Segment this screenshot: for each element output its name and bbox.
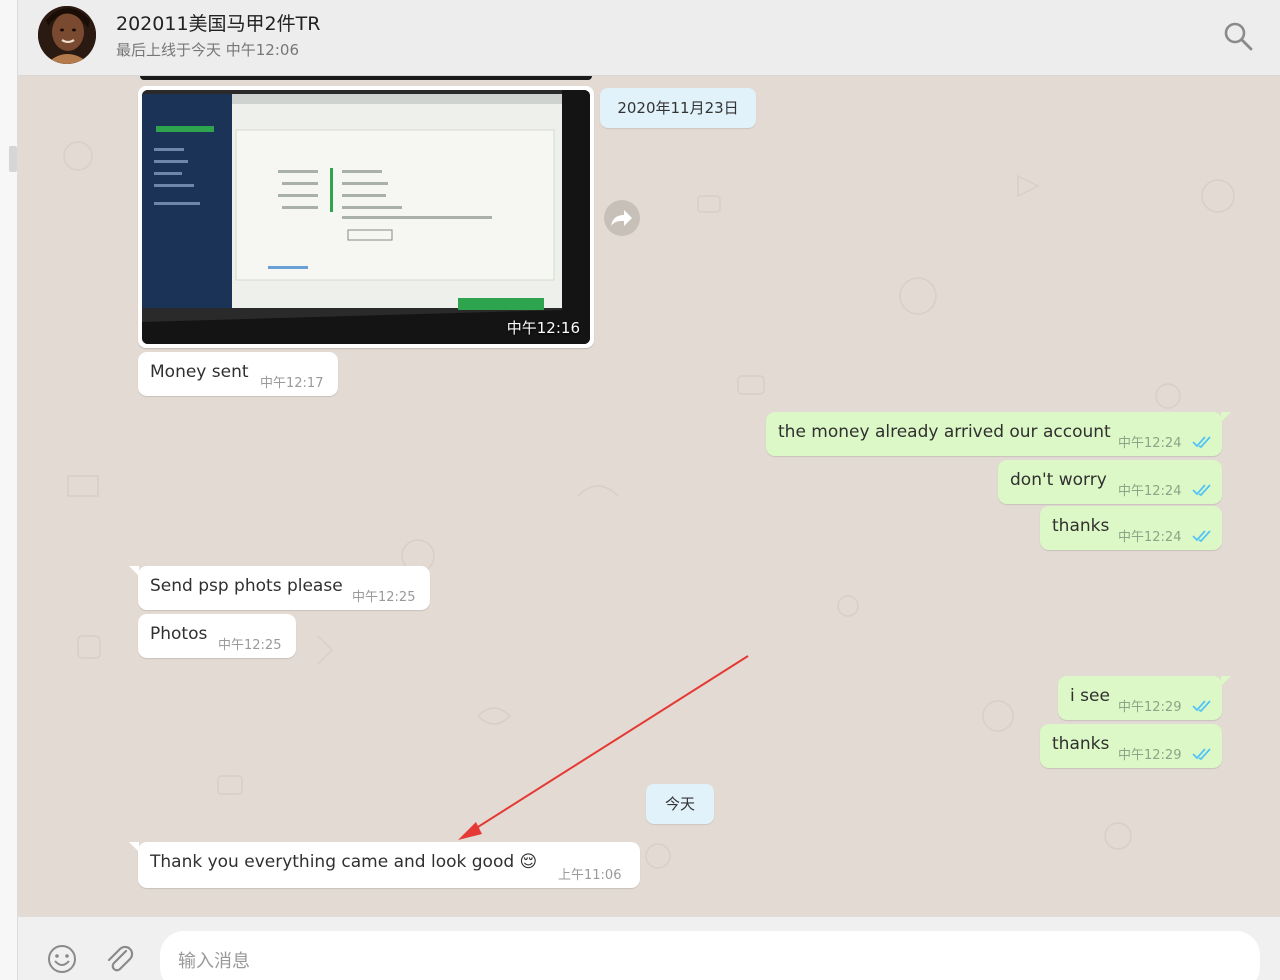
- message-time: 中午12:25: [218, 638, 282, 653]
- message-time: 中午12:24: [1118, 530, 1182, 545]
- message-time: 中午12:29: [1118, 700, 1182, 715]
- outgoing-message[interactable]: the money already arrived our account 中午…: [766, 412, 1231, 456]
- incoming-message[interactable]: Send psp phots please 中午12:25: [129, 566, 430, 610]
- message-text: don't worry: [1010, 470, 1107, 490]
- image-message-photo[interactable]: 中午12:16: [142, 90, 590, 344]
- message-text: Money sent: [150, 362, 249, 382]
- bubble-tail: [129, 842, 139, 852]
- outgoing-message[interactable]: i see 中午12:29: [1058, 676, 1231, 720]
- incoming-message[interactable]: Money sent 中午12:17: [138, 352, 338, 396]
- chat-header: 202011美国马甲2件TR 最后上线于今天 中午12:06: [18, 0, 1280, 76]
- paperclip-icon: [107, 945, 134, 972]
- message-time: 中午12:17: [260, 376, 324, 391]
- message-text: thanks: [1052, 734, 1110, 754]
- composer-bar: [18, 916, 1280, 980]
- scroll-indicator: [9, 146, 17, 172]
- message-text: i see: [1070, 686, 1110, 706]
- message-text: the money already arrived our account: [778, 422, 1111, 442]
- message-text: thanks: [1052, 516, 1110, 536]
- forward-arrow-icon: [611, 210, 632, 226]
- message-time: 中午12:29: [1118, 748, 1182, 763]
- read-receipt-icon: [1192, 748, 1211, 760]
- message-time: 上午11:06: [558, 868, 622, 883]
- avatar-photo-icon: [38, 6, 96, 64]
- forward-button[interactable]: [604, 200, 640, 236]
- contact-avatar[interactable]: [38, 6, 96, 64]
- attach-button[interactable]: [104, 943, 134, 975]
- emoji-icon: [48, 945, 76, 973]
- message-time: 中午12:25: [352, 590, 416, 605]
- emoji-button[interactable]: [46, 943, 78, 975]
- message-text: Thank you everything came and look good …: [150, 852, 538, 872]
- outgoing-message[interactable]: thanks 中午12:29: [1040, 724, 1222, 768]
- previous-image-edge: [140, 76, 592, 80]
- message-pane[interactable]: 中午12:16 2020年11月23日 Money sent 中午12:17 t…: [18, 76, 1280, 916]
- chat-title[interactable]: 202011美国马甲2件TR: [116, 9, 320, 36]
- message-time: 中午12:24: [1118, 484, 1182, 499]
- chat-list-edge: [0, 0, 18, 980]
- date-separator: 今天: [646, 784, 714, 824]
- read-receipt-icon: [1192, 484, 1211, 496]
- message-text: Photos: [150, 624, 208, 644]
- message-time: 中午12:24: [1118, 436, 1182, 451]
- last-seen-status: 最后上线于今天 中午12:06: [116, 41, 299, 59]
- outgoing-message[interactable]: don't worry 中午12:24: [998, 460, 1222, 504]
- search-icon: [1224, 22, 1253, 51]
- date-separator: 2020年11月23日: [600, 88, 756, 128]
- incoming-message[interactable]: Thank you everything came and look good …: [129, 842, 640, 888]
- search-button[interactable]: [1222, 20, 1254, 52]
- message-text: Send psp phots please: [150, 576, 343, 596]
- read-receipt-icon: [1192, 530, 1211, 542]
- incoming-message[interactable]: Photos 中午12:25: [138, 614, 296, 658]
- image-message[interactable]: 中午12:16: [138, 86, 594, 348]
- read-receipt-icon: [1192, 436, 1211, 448]
- read-receipt-icon: [1192, 700, 1211, 712]
- bubble-tail: [1221, 676, 1231, 686]
- outgoing-message[interactable]: thanks 中午12:24: [1040, 506, 1222, 550]
- bubble-tail: [1221, 412, 1231, 422]
- bubble-tail: [129, 566, 139, 576]
- laptop-screen-photo: [142, 90, 590, 344]
- message-input[interactable]: [160, 931, 1260, 980]
- image-message-time: 中午12:16: [506, 319, 580, 337]
